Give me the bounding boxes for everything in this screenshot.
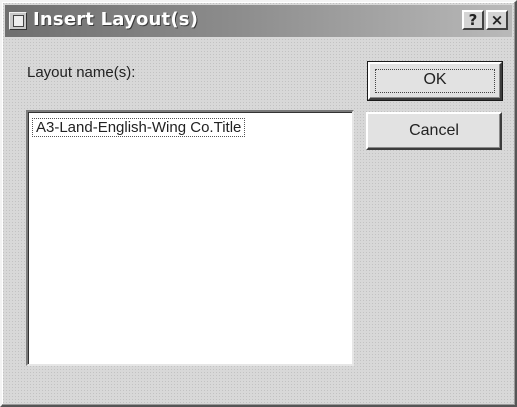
- close-button[interactable]: ×: [486, 10, 508, 30]
- layout-names-listbox[interactable]: A3-Land-English-Wing Co.Title: [26, 110, 354, 366]
- window-title: Insert Layout(s): [33, 9, 199, 30]
- list-item[interactable]: A3-Land-English-Wing Co.Title: [32, 118, 246, 137]
- focus-rectangle: [375, 69, 495, 93]
- cancel-button[interactable]: Cancel: [366, 112, 502, 150]
- insert-layout-dialog: Insert Layout(s) ? × Layout name(s): A3-…: [0, 0, 517, 407]
- help-button[interactable]: ?: [462, 10, 484, 30]
- app-icon: [9, 12, 27, 30]
- title-bar[interactable]: Insert Layout(s) ? ×: [5, 5, 512, 37]
- layout-names-label: Layout name(s):: [27, 64, 136, 81]
- ok-button[interactable]: OK: [367, 61, 503, 101]
